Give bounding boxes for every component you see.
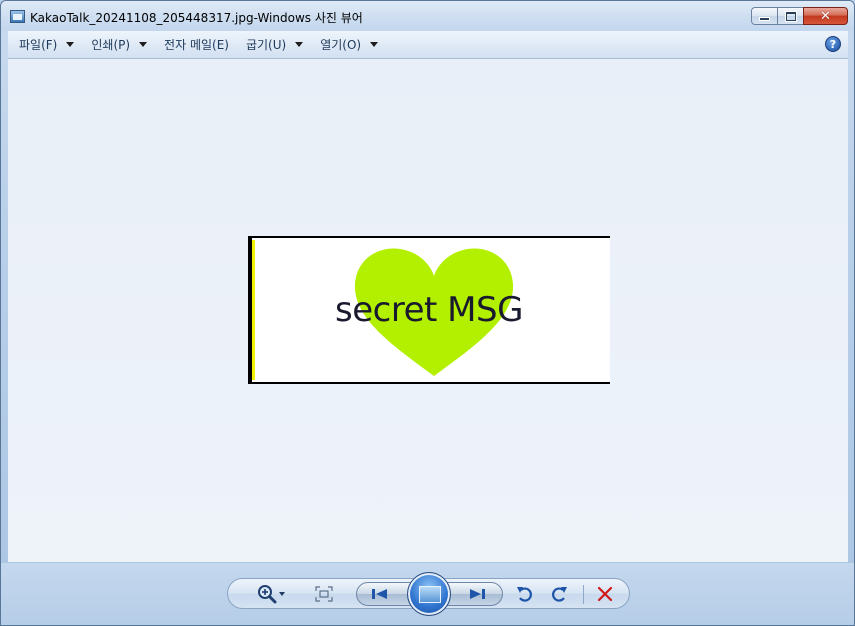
dropdown-arrow-icon [139, 42, 148, 47]
menu-print-label: 인쇄(P) [91, 38, 131, 52]
control-separator [583, 585, 584, 604]
menu-burn-label: 굽기(U) [245, 38, 287, 52]
delete-icon[interactable] [596, 585, 614, 603]
menu-print[interactable]: 인쇄(P) [85, 34, 153, 55]
image-viewport[interactable]: secret MSG [8, 59, 848, 562]
next-icon[interactable] [464, 586, 490, 602]
menu-file[interactable]: 파일(F) [13, 34, 80, 55]
menu-bar: 파일(F) 인쇄(P) 전자 메일(E) 굽기(U) 열기(O) ? [8, 31, 848, 59]
rotate-clockwise-icon[interactable] [549, 584, 569, 604]
maximize-button[interactable] [777, 7, 804, 25]
minimize-icon [759, 17, 770, 21]
close-icon: ✕ [820, 8, 831, 24]
window-title: KakaoTalk_20241108_205448317.jpg-Windows… [30, 11, 363, 25]
close-button[interactable]: ✕ [803, 7, 848, 25]
menu-burn[interactable]: 굽기(U) [240, 34, 309, 55]
dropdown-arrow-icon [295, 42, 304, 47]
caption-buttons: ✕ [751, 7, 848, 26]
menu-open[interactable]: 열기(O) [314, 34, 384, 55]
slideshow-icon [419, 586, 441, 603]
dropdown-arrow-icon [66, 42, 75, 47]
zoom-icon[interactable] [257, 584, 277, 604]
minimize-button[interactable] [751, 7, 778, 25]
rotate-counterclockwise-icon[interactable] [515, 584, 535, 604]
fit-to-window-icon[interactable] [315, 586, 333, 602]
zoom-dropdown-arrow-icon[interactable] [279, 592, 285, 596]
menu-file-label: 파일(F) [19, 38, 58, 52]
maximize-icon [785, 11, 796, 21]
menu-open-label: 열기(O) [320, 38, 362, 52]
displayed-photo: secret MSG [248, 236, 610, 384]
menu-email[interactable]: 전자 메일(E) [158, 34, 235, 55]
previous-icon[interactable] [367, 586, 393, 602]
photo-viewer-icon [10, 10, 25, 23]
photo-caption-text: secret MSG [335, 290, 523, 330]
dropdown-arrow-icon [370, 42, 379, 47]
menu-email-label: 전자 메일(E) [164, 38, 229, 52]
photo-viewer-window: KakaoTalk_20241108_205448317.jpg-Windows… [0, 0, 855, 626]
help-icon[interactable]: ? [825, 36, 841, 52]
title-bar[interactable]: KakaoTalk_20241108_205448317.jpg-Windows… [1, 1, 854, 31]
slideshow-button[interactable] [407, 572, 451, 616]
